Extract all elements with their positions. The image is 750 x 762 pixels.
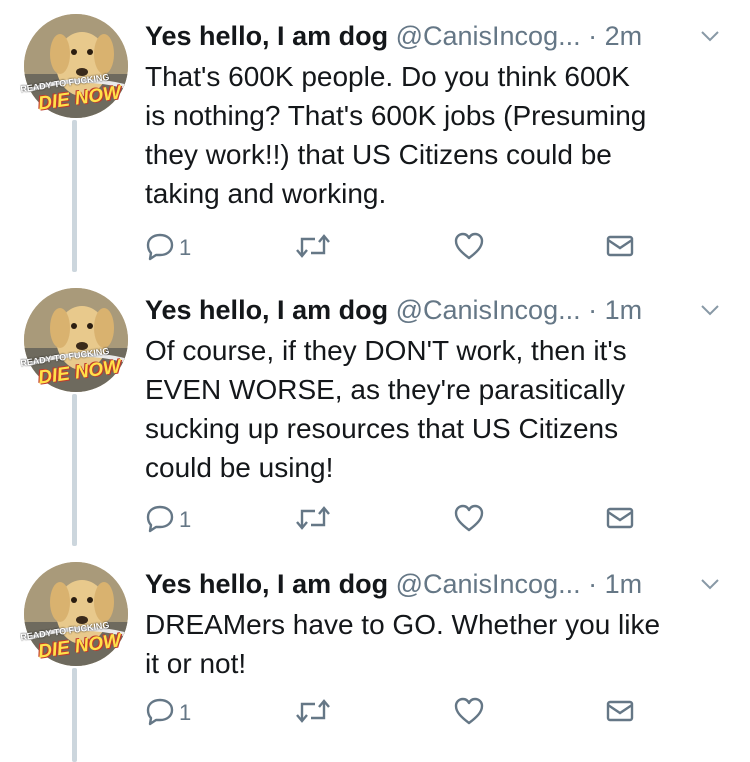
like-button[interactable] <box>453 228 485 268</box>
like-button[interactable] <box>453 693 485 733</box>
timestamp[interactable]: · 1m <box>588 295 642 325</box>
handle[interactable]: @CanisIncog... <box>396 295 581 325</box>
tweet-text-line: Of course, if they DON'T work, then it's <box>145 335 627 366</box>
chevron-down-icon[interactable] <box>698 14 722 71</box>
retweet-icon <box>295 231 331 266</box>
reply-icon <box>145 231 175 266</box>
tweet-header: Yes hello, I am dog @CanisIncog... · 2m <box>145 14 730 58</box>
chevron-down-icon[interactable] <box>698 562 722 619</box>
reply-count: 1 <box>179 507 192 532</box>
direct-message-icon <box>605 698 635 729</box>
direct-message-button[interactable] <box>605 693 635 733</box>
tweet-content: Yes hello, I am dog @CanisIncog... · 1m … <box>145 288 730 487</box>
tweet-text-line: DREAMers have to GO. Whether you like <box>145 609 661 640</box>
tweet-content: Yes hello, I am dog @CanisIncog... · 1m … <box>145 562 730 683</box>
tweet-header: Yes hello, I am dog @CanisIncog... · 1m <box>145 562 730 606</box>
display-name[interactable]: Yes hello, I am dog <box>145 21 388 51</box>
reply-count: 1 <box>179 700 192 725</box>
reply-button[interactable]: 1 <box>145 500 191 540</box>
tweet-text-line: could be using! <box>145 452 334 483</box>
tweet-text-line: taking and working. <box>145 178 387 209</box>
like-icon <box>453 231 485 266</box>
thread-line <box>72 120 77 272</box>
tweet-actions: 1 <box>145 228 645 268</box>
tweet-content: Yes hello, I am dog @CanisIncog... · 2m … <box>145 14 730 213</box>
tweet-text-line: it or not! <box>145 648 247 679</box>
thread-line <box>72 668 77 762</box>
tweet-actions: 1 <box>145 693 645 733</box>
tweet-actions: 1 <box>145 500 645 540</box>
tweet-header: Yes hello, I am dog @CanisIncog... · 1m <box>145 288 730 332</box>
like-icon <box>453 696 485 731</box>
timestamp[interactable]: · 2m <box>588 21 642 51</box>
reply-button[interactable]: 1 <box>145 693 191 733</box>
reply-icon <box>145 696 175 731</box>
direct-message-button[interactable] <box>605 500 635 540</box>
retweet-button[interactable] <box>295 228 331 268</box>
direct-message-icon <box>605 233 635 264</box>
like-icon <box>453 503 485 538</box>
tweet-text-line: they work!!) that US Citizens could be <box>145 139 612 170</box>
tweet-text-line: That's 600K people. Do you think 600K <box>145 61 630 92</box>
display-name[interactable]: Yes hello, I am dog <box>145 569 388 599</box>
reply-button[interactable]: 1 <box>145 228 191 268</box>
reply-icon <box>145 503 175 538</box>
tweet-text: Of course, if they DON'T work, then it's… <box>145 331 730 487</box>
handle[interactable]: @CanisIncog... <box>396 21 581 51</box>
direct-message-button[interactable] <box>605 228 635 268</box>
chevron-down-icon[interactable] <box>698 288 722 345</box>
reply-count: 1 <box>179 235 192 260</box>
retweet-button[interactable] <box>295 500 331 540</box>
retweet-icon <box>295 696 331 731</box>
handle[interactable]: @CanisIncog... <box>396 569 581 599</box>
tweet-text-line: EVEN WORSE, as they're parasitically <box>145 374 625 405</box>
display-name[interactable]: Yes hello, I am dog <box>145 295 388 325</box>
direct-message-icon <box>605 505 635 536</box>
thread-line <box>72 394 77 546</box>
like-button[interactable] <box>453 500 485 540</box>
timestamp[interactable]: · 1m <box>588 569 642 599</box>
retweet-button[interactable] <box>295 693 331 733</box>
tweet-text: DREAMers have to GO. Whether you like it… <box>145 605 730 683</box>
tweet-text: That's 600K people. Do you think 600K is… <box>145 57 730 213</box>
tweet-text-line: is nothing? That's 600K jobs (Presuming <box>145 100 647 131</box>
tweet-text-line: sucking up resources that US Citizens <box>145 413 619 444</box>
retweet-icon <box>295 503 331 538</box>
